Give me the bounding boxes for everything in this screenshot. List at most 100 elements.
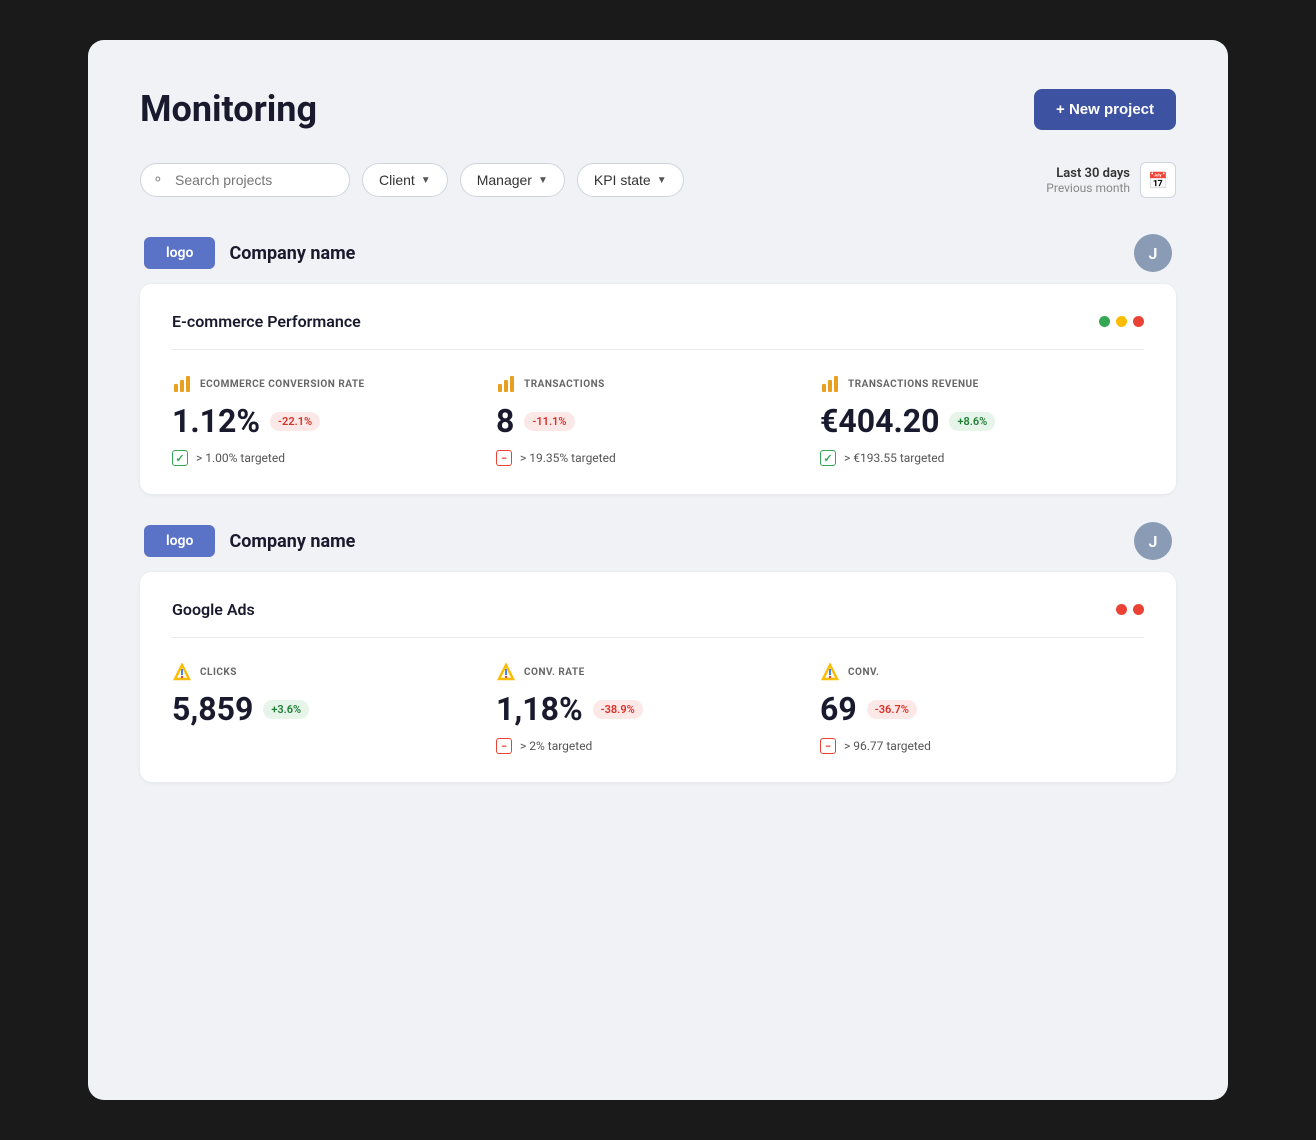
project-card: E-commerce Performance ECOMMERCE CONVERS… <box>140 284 1176 494</box>
kpi-label-row: CONV. <box>820 662 1128 682</box>
company-section: logo Company name J E-commerce Performance … <box>140 234 1176 494</box>
kpi-label: TRANSACTIONS <box>524 379 605 390</box>
avatar: J <box>1134 234 1172 272</box>
target-row: ✓> 1.00% targeted <box>172 450 480 466</box>
status-dot-green <box>1099 316 1110 327</box>
company-header: logo Company name J <box>140 234 1176 272</box>
target-row: −> 96.77 targeted <box>820 738 1128 754</box>
kpi-value: 1,18% <box>496 690 583 728</box>
target-text: > €193.55 targeted <box>844 451 944 465</box>
kpi-value: €404.20 <box>820 402 939 440</box>
manager-filter-label: Manager <box>477 172 532 188</box>
company-name: Company name <box>229 243 355 264</box>
kpi-value: 69 <box>820 690 857 728</box>
google-ads-icon <box>821 663 839 681</box>
search-input-wrapper: ⚬ <box>140 163 350 197</box>
kpi-value: 8 <box>496 402 514 440</box>
project-card: Google Ads CLICKS 5,859+3.6% CONV. RATE 1,… <box>140 572 1176 782</box>
company-logo: logo <box>144 237 215 269</box>
search-icon: ⚬ <box>152 172 164 188</box>
google-ads-icon <box>173 663 191 681</box>
kpi-item: CONV. 69-36.7% −> 96.77 targeted <box>820 662 1144 754</box>
app-container: Monitoring + New project ⚬ Client ▼ Mana… <box>88 40 1228 1100</box>
kpi-label: CONV. <box>848 667 879 678</box>
kpi-state-filter-button[interactable]: KPI state ▼ <box>577 163 684 197</box>
kpi-label: TRANSACTIONS REVENUE <box>848 379 979 390</box>
project-card-header: E-commerce Performance <box>172 312 1144 350</box>
target-row: −> 2% targeted <box>496 738 804 754</box>
kpi-icon <box>820 374 840 394</box>
bar-chart-icon <box>498 376 514 392</box>
kpi-label-row: CLICKS <box>172 662 480 682</box>
project-card-title: E-commerce Performance <box>172 312 361 331</box>
kpi-value-row: 1,18% -38.9% <box>496 690 804 728</box>
company-header: logo Company name J <box>140 522 1176 560</box>
target-text: > 2% targeted <box>520 739 592 753</box>
kpi-badge: -38.9% <box>593 700 643 719</box>
target-icon: − <box>496 450 512 466</box>
kpi-label: ECOMMERCE CONVERSION RATE <box>200 379 365 390</box>
chevron-down-icon: ▼ <box>421 175 431 186</box>
date-prev: Previous month <box>1046 181 1130 195</box>
filters-row: ⚬ Client ▼ Manager ▼ KPI state ▼ Last 30… <box>140 162 1176 198</box>
date-text: Last 30 days Previous month <box>1046 166 1130 195</box>
kpi-value-row: 5,859+3.6% <box>172 690 480 728</box>
target-icon: − <box>820 738 836 754</box>
new-project-button[interactable]: + New project <box>1034 89 1176 130</box>
kpi-value-row: 69-36.7% <box>820 690 1128 728</box>
status-dot-red <box>1116 604 1127 615</box>
kpi-item: TRANSACTIONS 8 -11.1% −> 19.35% targeted <box>496 374 820 466</box>
status-dot-orange <box>1116 316 1127 327</box>
status-dots <box>1116 604 1144 615</box>
kpi-row: ECOMMERCE CONVERSION RATE1.12%-22.1%✓> 1… <box>172 374 1144 466</box>
target-text: > 96.77 targeted <box>844 739 931 753</box>
kpi-value-row: 8 -11.1% <box>496 402 804 440</box>
kpi-row: CLICKS5,859+3.6% CONV. RATE1,18%-38.9%−>… <box>172 662 1144 754</box>
status-dot-red <box>1133 604 1144 615</box>
target-row: ✓ > €193.55 targeted <box>820 450 1128 466</box>
date-last: Last 30 days <box>1046 166 1130 181</box>
kpi-value: 1.12% <box>172 402 260 440</box>
kpi-label-row: ECOMMERCE CONVERSION RATE <box>172 374 480 394</box>
kpi-icon <box>496 374 516 394</box>
kpi-item: CLICKS 5,859+3.6% <box>172 662 496 754</box>
kpi-icon <box>172 662 192 682</box>
kpi-badge: +3.6% <box>263 700 309 719</box>
target-text: > 19.35% targeted <box>520 451 616 465</box>
chevron-down-icon: ▼ <box>538 175 548 186</box>
status-dot-red <box>1133 316 1144 327</box>
kpi-label-row: TRANSACTIONS <box>496 374 804 394</box>
company-logo: logo <box>144 525 215 557</box>
kpi-label-row: TRANSACTIONS REVENUE <box>820 374 1128 394</box>
client-filter-button[interactable]: Client ▼ <box>362 163 448 197</box>
kpi-icon <box>496 662 516 682</box>
project-card-title: Google Ads <box>172 600 255 619</box>
kpi-value-row: €404.20+8.6% <box>820 402 1128 440</box>
kpi-badge: -22.1% <box>270 412 320 431</box>
project-card-header: Google Ads <box>172 600 1144 638</box>
client-filter-label: Client <box>379 172 415 188</box>
header: Monitoring + New project <box>140 88 1176 130</box>
google-ads-icon <box>497 663 515 681</box>
chevron-down-icon: ▼ <box>657 175 667 186</box>
kpi-item: ECOMMERCE CONVERSION RATE 1.12% -22.1% ✓> 1… <box>172 374 496 466</box>
avatar: J <box>1134 522 1172 560</box>
company-section: logo Company name J Google Ads CLICKS 5,859+… <box>140 522 1176 782</box>
calendar-icon[interactable]: 📅 <box>1140 162 1176 198</box>
companies-container: logo Company name J E-commerce Performance … <box>140 234 1176 782</box>
company-name: Company name <box>229 531 355 552</box>
kpi-label-row: CONV. RATE <box>496 662 804 682</box>
target-icon: ✓ <box>820 450 836 466</box>
kpi-item: CONV. RATE 1,18% -38.9% −> 2% targeted <box>496 662 820 754</box>
kpi-badge: -11.1% <box>524 412 574 431</box>
page-title: Monitoring <box>140 88 317 130</box>
kpi-label: CONV. RATE <box>524 667 585 678</box>
company-header-left: logo Company name <box>144 237 355 269</box>
kpi-item: TRANSACTIONS REVENUE €404.20+8.6% ✓ > €193.… <box>820 374 1144 466</box>
manager-filter-button[interactable]: Manager ▼ <box>460 163 565 197</box>
company-header-left: logo Company name <box>144 525 355 557</box>
search-input[interactable] <box>140 163 350 197</box>
bar-chart-icon <box>174 376 190 392</box>
target-text: > 1.00% targeted <box>196 451 285 465</box>
kpi-icon <box>172 374 192 394</box>
